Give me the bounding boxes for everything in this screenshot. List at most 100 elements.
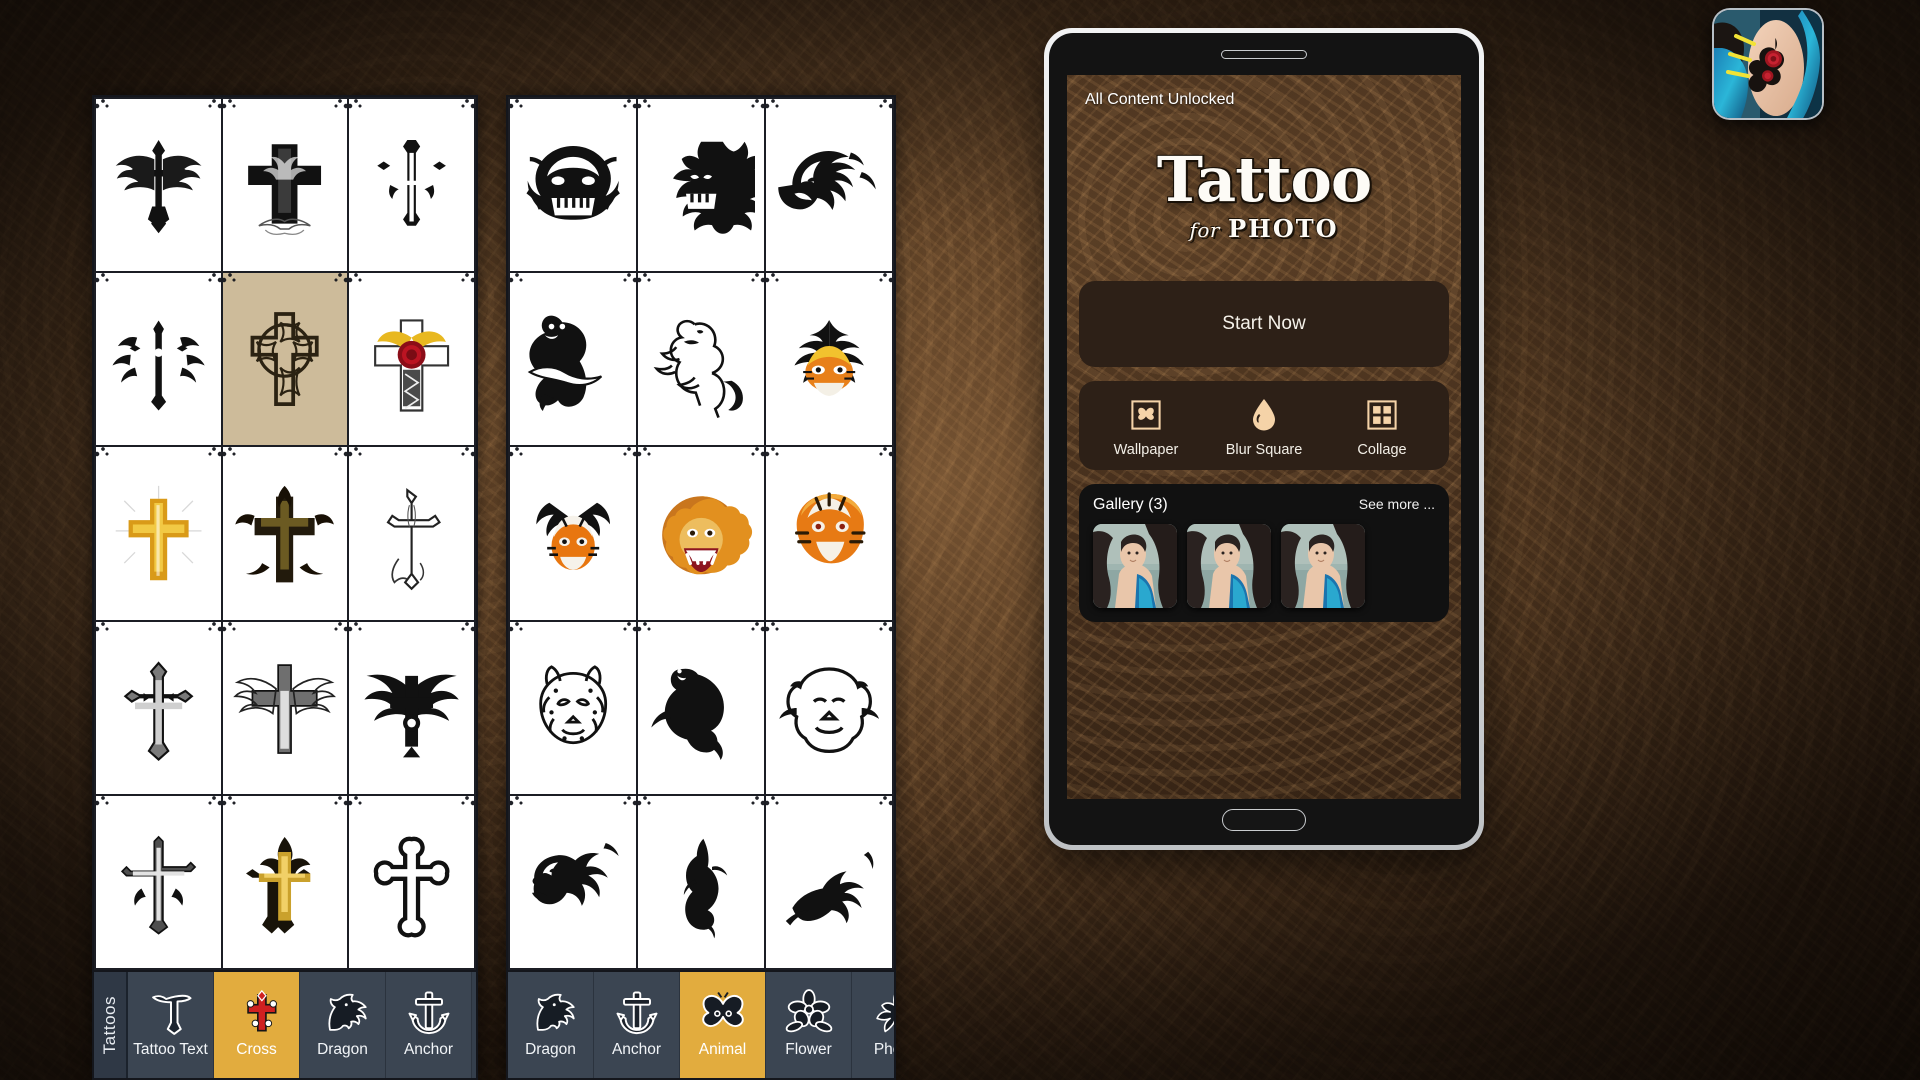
category-tabs-right[interactable]: Dragon Anchor Animal Flower Phoer	[508, 972, 894, 1078]
tattoo-cell-color-tiger-tribal[interactable]	[510, 447, 636, 620]
app-icon-artwork	[1714, 10, 1822, 118]
tattoo-grid-animal	[508, 97, 894, 970]
tattoo-cell-tribal-flame-cross[interactable]	[96, 273, 221, 446]
tattoo-cell-gold-tribal-cross[interactable]	[222, 795, 348, 968]
app-logo: Tattoo for PHOTO	[1067, 109, 1461, 243]
gallery-thumb-2[interactable]	[1187, 523, 1271, 608]
tablet-home-button[interactable]	[1222, 809, 1306, 831]
tab-label: Tattoo Text	[133, 1040, 208, 1058]
tablet-speaker-icon	[1221, 50, 1307, 59]
tattoo-cell-winged-cross[interactable]	[96, 99, 221, 272]
tab-label: Dragon	[317, 1040, 368, 1058]
tab-flower[interactable]: Flower	[766, 972, 852, 1078]
tattoo-cell-angel-wing-cross[interactable]	[222, 621, 348, 794]
tab-animal[interactable]: Animal	[680, 972, 766, 1078]
tattoo-cell-heart-rose-cross[interactable]	[349, 273, 474, 446]
tattoo-cell-sketch-cross[interactable]	[349, 447, 474, 620]
tattoo-cell-eagle-cross[interactable]	[349, 621, 474, 794]
tab-anchor[interactable]: Anchor	[386, 972, 472, 1078]
tablet-device: All Content Unlocked Tattoo for PHOTO St…	[1044, 28, 1484, 850]
gallery-thumb-1[interactable]	[1093, 523, 1177, 608]
action-collage-label: Collage	[1357, 441, 1407, 458]
tab-phoer[interactable]: Phoer	[852, 972, 894, 1078]
tattoo-panel-cross: Tattoos Tattoo Text Cross Dragon Anchor	[92, 95, 478, 1080]
quick-actions-row: Wallpaper Blur Square Collage	[1079, 380, 1449, 470]
tattoo-cell-tribal-tiger-leap[interactable]	[510, 795, 636, 968]
tattoo-cell-celtic-knot-cross[interactable]	[222, 273, 348, 446]
tattoo-cell-leopard-face[interactable]	[510, 621, 636, 794]
tattoo-cell-lion-head-outline[interactable]	[766, 621, 892, 794]
action-wallpaper-label: Wallpaper	[1113, 441, 1179, 458]
tab-cross[interactable]: Cross	[214, 972, 300, 1078]
action-blur-square-label: Blur Square	[1225, 441, 1303, 458]
tattoo-cell-orange-tiger-head[interactable]	[766, 447, 892, 620]
gallery-see-more-link[interactable]: See more ...	[1359, 496, 1435, 512]
tattoo-cell-flame-tiger-eyes[interactable]	[766, 273, 892, 446]
tattoo-cell-tribal-tiger-face[interactable]	[510, 99, 636, 272]
tab-label: Phoer	[873, 1040, 894, 1058]
anchor-icon	[611, 986, 663, 1038]
tattoo-cell-leaping-panther[interactable]	[638, 621, 764, 794]
start-now-label: Start Now	[1222, 312, 1306, 334]
app-logo-for: for	[1189, 217, 1220, 242]
tab-label: Anchor	[611, 1040, 662, 1058]
anchor-icon	[403, 986, 455, 1038]
gallery-thumb-3[interactable]	[1281, 523, 1365, 608]
water-drop-icon	[1205, 395, 1323, 435]
action-blur-square[interactable]: Blur Square	[1205, 395, 1323, 458]
tabbar-title-left: Tattoos	[94, 972, 128, 1078]
gallery-card: Gallery (3) See more ...	[1079, 483, 1449, 622]
tablet-screen: All Content Unlocked Tattoo for PHOTO St…	[1067, 75, 1461, 799]
cross-icon	[231, 986, 283, 1038]
gallery-thumbnails	[1093, 523, 1435, 608]
tattoo-cell-tribal-lion-face[interactable]	[638, 99, 764, 272]
grid-four-icon	[1323, 395, 1441, 435]
tattoo-cell-tribal-panther-slim[interactable]	[638, 795, 764, 968]
tab-dragon[interactable]: Dragon	[300, 972, 386, 1078]
start-now-button[interactable]: Start Now	[1079, 280, 1449, 367]
category-tabbar-left: Tattoos Tattoo Text Cross Dragon Anchor	[94, 970, 476, 1078]
gallery-title: Gallery (3)	[1093, 495, 1168, 513]
app-logo-sub: for PHOTO	[1067, 214, 1461, 243]
tablet-bezel: All Content Unlocked Tattoo for PHOTO St…	[1049, 33, 1479, 845]
tab-anchor[interactable]: Anchor	[594, 972, 680, 1078]
phoenix-icon	[869, 986, 894, 1038]
dragon-icon	[317, 986, 369, 1038]
tabbar-title-left-text: Tattoos	[100, 995, 119, 1055]
tattoo-cell-gothic-cross-scroll[interactable]	[222, 99, 348, 272]
tab-label: Cross	[236, 1040, 277, 1058]
tattoo-cell-heraldic-lion[interactable]	[638, 273, 764, 446]
category-tabbar-right: Dragon Anchor Animal Flower Phoer	[508, 970, 894, 1078]
butterfly-framed-icon	[1087, 395, 1205, 435]
tattoo-cell-tribal-leaping-cat[interactable]	[766, 795, 892, 968]
tattoo-cell-ornate-cross[interactable]	[349, 99, 474, 272]
tab-label: Dragon	[525, 1040, 576, 1058]
tab-label: Animal	[698, 1040, 747, 1058]
tattoo-cell-golden-cross-rays[interactable]	[96, 447, 221, 620]
gallery-header: Gallery (3) See more ...	[1093, 496, 1435, 514]
app-icon-badge[interactable]	[1712, 8, 1824, 120]
tattoo-cell-engraved-cross[interactable]	[96, 621, 221, 794]
tattoo-cell-filigree-cross[interactable]	[96, 795, 221, 968]
tab-label: Flower	[785, 1040, 832, 1058]
tab-dragon[interactable]: Dragon	[508, 972, 594, 1078]
app-logo-photo: PHOTO	[1228, 213, 1339, 243]
tattoo-cell-outline-cross[interactable]	[349, 795, 474, 968]
tattoo-cell-tribal-tiger-profile[interactable]	[766, 99, 892, 272]
tattoo-cell-roaring-lion-color[interactable]	[638, 447, 764, 620]
action-wallpaper[interactable]: Wallpaper	[1087, 395, 1205, 458]
tattoo-cell-thorn-cross[interactable]	[222, 447, 348, 620]
screenshot-root: Tattoos Tattoo Text Cross Dragon Anchor	[0, 0, 1920, 1080]
flower-icon	[783, 986, 835, 1038]
dragon-icon	[525, 986, 577, 1038]
tattoo-cell-black-panther-banner[interactable]	[510, 273, 636, 446]
status-all-content-unlocked: All Content Unlocked	[1085, 91, 1235, 108]
butterfly-icon	[697, 986, 749, 1038]
app-logo-main: Tattoo	[1156, 143, 1372, 216]
tattoo-grid-cross	[94, 97, 476, 970]
tab-tattoo-text[interactable]: Tattoo Text	[128, 972, 214, 1078]
action-collage[interactable]: Collage	[1323, 395, 1441, 458]
category-tabs-left[interactable]: Tattoo Text Cross Dragon Anchor	[128, 972, 476, 1078]
letter-t-icon	[145, 986, 197, 1038]
tab-label: Anchor	[403, 1040, 454, 1058]
